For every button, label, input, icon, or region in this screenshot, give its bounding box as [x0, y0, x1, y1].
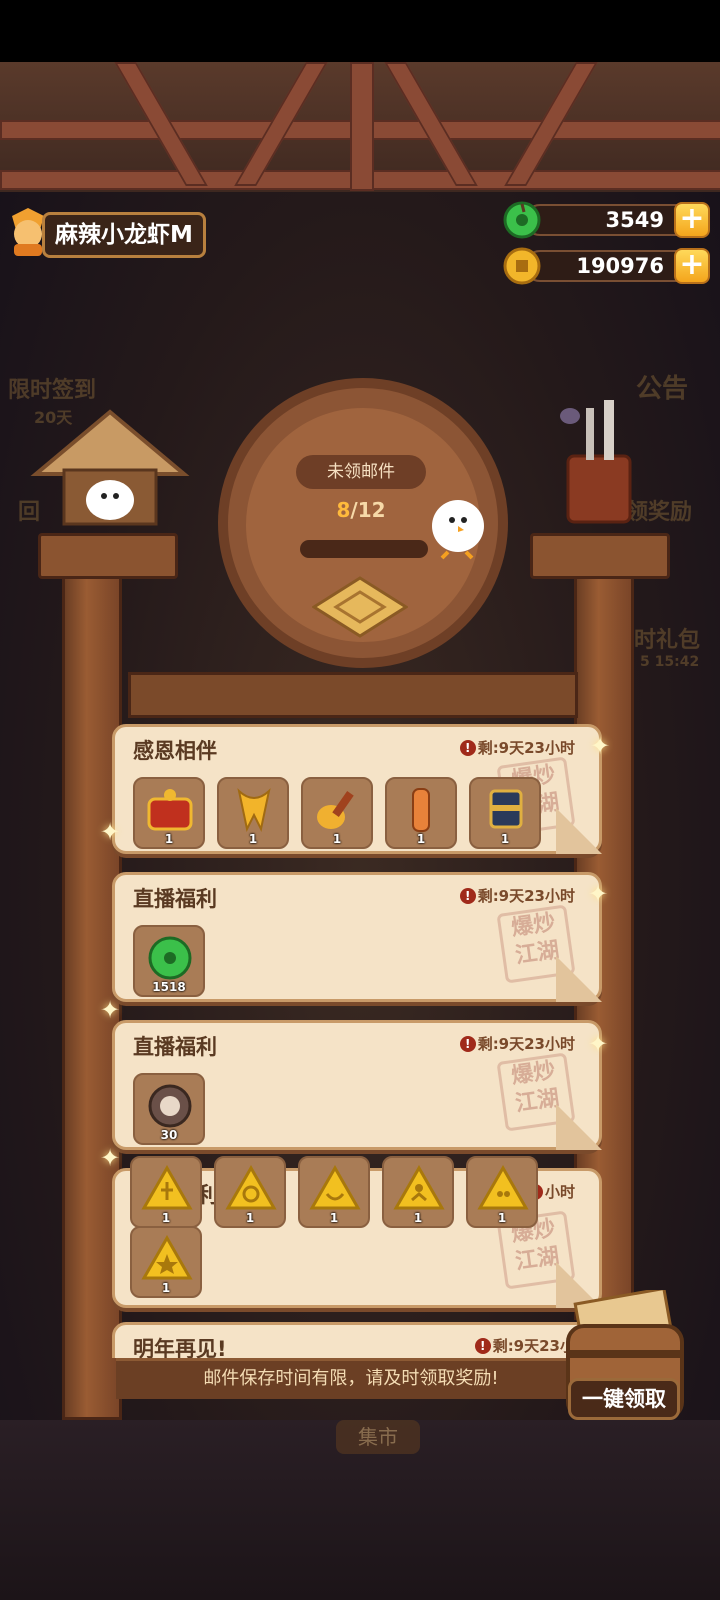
gold-coin-icon	[503, 247, 541, 285]
alert-icon: !	[459, 888, 476, 904]
unread-mail-label: 未领邮件	[296, 455, 426, 489]
chick-mascot	[432, 500, 484, 560]
side-gift-timer: 5 15:42	[640, 654, 700, 670]
mail-expiry-notice: 邮件保存时间有限，请及时领取奖励!	[116, 1358, 586, 1399]
yellow-rune-dot-icon	[477, 1164, 529, 1210]
yellow-rune-figure-icon	[393, 1164, 445, 1210]
reward-item[interactable]: 1	[382, 1156, 454, 1228]
reward-item[interactable]: 30	[133, 1073, 205, 1145]
yellow-rune-spiral-icon	[225, 1164, 277, 1210]
unread-current: 8	[336, 498, 351, 522]
reward-item[interactable]: 1	[298, 1156, 370, 1228]
mail-card[interactable]: 直播福利 ! 剩:9天23小时 爆炒 江湖 1518	[112, 872, 602, 1002]
right-shelf	[530, 533, 670, 579]
unread-progress-bar	[300, 540, 428, 558]
unread-mail-count: 8/12	[296, 498, 426, 522]
market-sign: 集市	[336, 1420, 420, 1454]
page-fold	[556, 1104, 602, 1150]
reward-item[interactable]: 1	[130, 1156, 202, 1228]
coin-value: 190976	[524, 250, 692, 282]
mail-title: 直播福利	[133, 887, 217, 911]
add-jade-button[interactable]: +	[674, 202, 710, 238]
jade-coin-icon	[148, 936, 192, 980]
alert-icon: !	[474, 1338, 491, 1354]
bottom-scene: 集市	[0, 1420, 720, 1600]
sparkle-decoration: ✦	[590, 732, 611, 760]
orange-scroll-icon	[412, 788, 430, 832]
page-fold	[556, 808, 602, 854]
mail-expiry: ! 剩:9天23小时	[459, 737, 575, 758]
mail-expiry: ! 剩:9天23小时	[459, 1033, 575, 1054]
red-treasure-chest-icon	[147, 789, 193, 831]
unread-total: /12	[350, 498, 386, 522]
yellow-rune-flame-icon	[141, 1164, 193, 1210]
collect-all-button[interactable]: 一键领取	[568, 1378, 680, 1420]
sparkle-decoration: ✦	[588, 1030, 609, 1058]
brush-pot-decoration	[560, 400, 632, 524]
left-shelf	[38, 533, 178, 579]
status-bar-area	[0, 0, 720, 62]
sparkle-decoration: ✦	[588, 880, 609, 908]
crossbar	[128, 672, 578, 718]
sparkle-decoration: ✦	[100, 1144, 121, 1172]
side-event-signin[interactable]: 限时签到	[8, 372, 96, 404]
mail-title: 明年再见!	[133, 1337, 227, 1358]
yellow-rune-bowl-icon	[309, 1164, 361, 1210]
jade-value: 3549	[524, 204, 692, 236]
reward-item[interactable]: 1	[469, 777, 541, 849]
jade-currency: 3549 +	[502, 200, 712, 239]
alert-icon: !	[459, 1036, 476, 1052]
sparkle-decoration: ✦	[100, 818, 121, 846]
reward-item[interactable]: 1	[385, 777, 457, 849]
mail-card[interactable]: 明年再见! ! 剩:9天23小	[112, 1322, 602, 1358]
side-notice[interactable]: 公告	[636, 368, 688, 405]
striped-hat-icon	[489, 789, 523, 829]
side-gift-pack[interactable]: 时礼包	[634, 622, 700, 654]
coin-currency: 190976 +	[502, 246, 712, 285]
mail-card[interactable]: 感恩相伴 !剩:9天23小时 爆炒江湖 1 1 1 1 1	[112, 724, 602, 854]
mail-title: 直播福利	[133, 1035, 217, 1059]
mail-list[interactable]: 感恩相伴 !剩:9天23小时 爆炒江湖 1 1 1 1 1	[108, 718, 610, 1358]
sparkle-decoration: ✦	[100, 996, 121, 1024]
reward-item[interactable]: 1	[133, 777, 205, 849]
wooden-roof	[0, 62, 720, 192]
reward-item[interactable]: 1	[301, 777, 373, 849]
add-coin-button[interactable]: +	[674, 248, 710, 284]
game-screen: 麻辣小龙虾M 3549 + 190976 + 限时签到 20天 回 公告 领奖励…	[0, 0, 720, 1600]
reward-item[interactable]: 1	[214, 1156, 286, 1228]
player-name[interactable]: 麻辣小龙虾M	[42, 212, 206, 258]
mail-title: 感恩相伴	[133, 739, 217, 763]
stone-wheel-icon	[148, 1084, 192, 1128]
reward-item[interactable]: 1518	[133, 925, 205, 997]
reward-item[interactable]: 1	[217, 777, 289, 849]
reward-item[interactable]: 1	[466, 1156, 538, 1228]
reward-item[interactable]: 1	[130, 1226, 202, 1298]
mail-card[interactable]: 直播福利 ! 剩:9天23小时 爆炒 江湖 30	[112, 1020, 602, 1150]
envelope-icon	[312, 576, 408, 638]
alert-icon: !	[459, 740, 476, 756]
birdhouse-decoration	[30, 409, 190, 526]
jade-coin-icon	[503, 201, 541, 239]
gold-spoon-icon	[317, 791, 354, 829]
gold-scarf-icon	[237, 788, 271, 833]
mail-expiry: ! 剩:9天23小时	[459, 885, 575, 906]
yellow-rune-star-icon	[141, 1234, 193, 1280]
page-fold	[556, 956, 602, 1002]
